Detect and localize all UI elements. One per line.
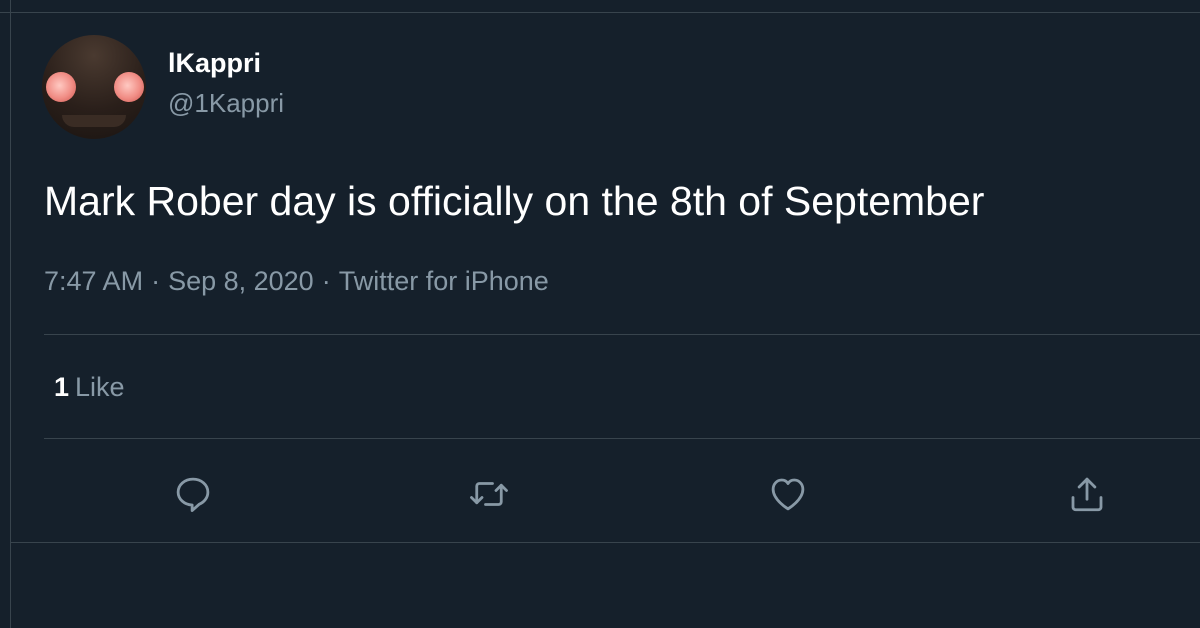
retweet-icon [470, 482, 508, 506]
tweet-text: Mark Rober day is officially on the 8th … [44, 178, 985, 224]
avatar-mouth [62, 115, 126, 127]
share-button[interactable] [1065, 472, 1109, 516]
tweet-meta: 7:47 AM · Sep 8, 2020 · Twitter for iPhone [44, 266, 549, 297]
tweet-date[interactable]: Sep 8, 2020 [168, 266, 314, 296]
retweet-button[interactable] [467, 472, 511, 516]
top-divider [0, 12, 1200, 13]
avatar-left-eye [46, 72, 76, 102]
avatar-right-eye [114, 72, 144, 102]
share-icon [1071, 477, 1103, 512]
meta-separator: · [321, 266, 331, 296]
tweet-time[interactable]: 7:47 AM [44, 266, 143, 296]
avatar[interactable] [42, 35, 146, 139]
user-handle[interactable]: @1Kappri [168, 88, 284, 119]
stats-top-divider [44, 334, 1200, 335]
heart-icon [771, 478, 805, 511]
stats-bottom-divider [44, 438, 1200, 439]
tweet-source[interactable]: Twitter for iPhone [339, 266, 549, 296]
like-label: Like [75, 372, 125, 402]
reply-icon [176, 477, 210, 513]
left-divider [10, 0, 11, 628]
meta-separator: · [151, 266, 161, 296]
like-button[interactable] [766, 472, 810, 516]
bottom-divider [10, 542, 1200, 543]
display-name[interactable]: lKappri [168, 48, 261, 79]
tweet-card: lKappri @1Kappri Mark Rober day is offic… [0, 0, 1200, 628]
reply-button[interactable] [171, 472, 215, 516]
likes-stat[interactable]: 1 Like [54, 372, 125, 403]
like-count: 1 [54, 372, 70, 402]
